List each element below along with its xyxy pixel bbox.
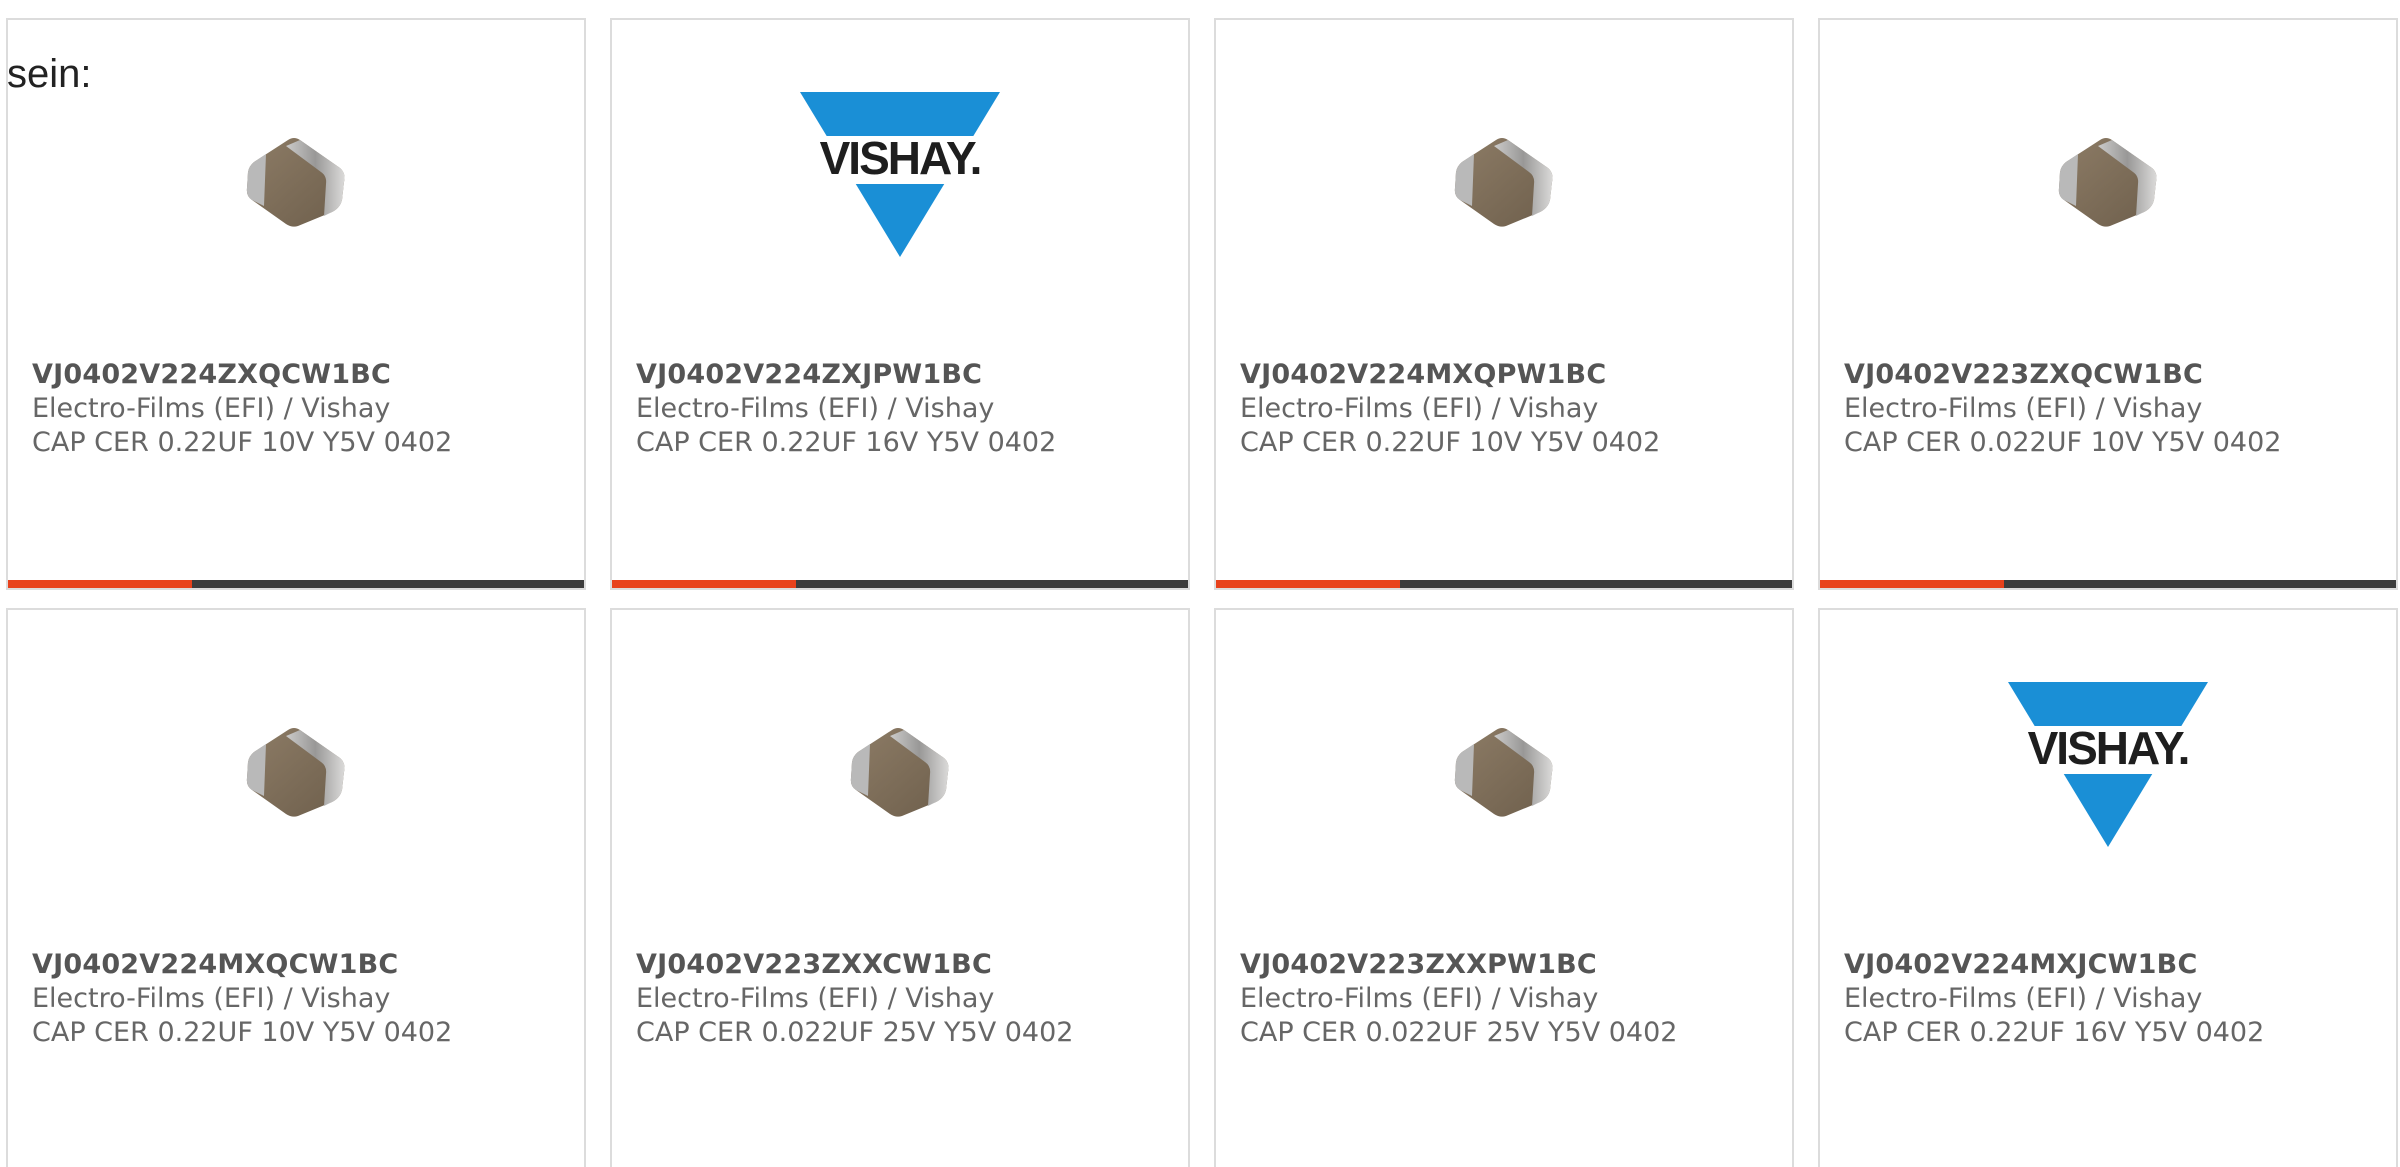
part-number[interactable]: VJ0402V224ZXQCW1BC: [32, 358, 452, 392]
product-card[interactable]: VISHAY. VJ0402V224MXJCW1BC Electro-Films…: [1818, 608, 2398, 1167]
progress-fill: [8, 580, 193, 588]
manufacturer: Electro-Films (EFI) / Vishay: [32, 983, 391, 1014]
capacitor-chip-icon: [246, 138, 345, 227]
capacitor-chip-icon: [2058, 138, 2157, 227]
product-image: [1820, 82, 2396, 272]
product-image: VISHAY.: [1820, 672, 2396, 862]
product-card[interactable]: VJ0402V223ZXQCW1BC Electro-Films (EFI) /…: [1818, 18, 2398, 590]
progress-bar: [1820, 580, 2396, 588]
intro-text: sein:: [7, 52, 92, 96]
progress-fill: [1216, 580, 1401, 588]
manufacturer: Electro-Films (EFI) / Vishay: [1240, 393, 1599, 424]
product-image: [8, 672, 584, 862]
part-number[interactable]: VJ0402V223ZXXPW1BC: [1240, 948, 1677, 982]
product-card[interactable]: VJ0402V223ZXXCW1BC Electro-Films (EFI) /…: [610, 608, 1190, 1167]
description: CAP CER 0.022UF 25V Y5V 0402: [1240, 1017, 1678, 1048]
capacitor-chip-icon: [850, 728, 949, 817]
vishay-logo: VISHAY.: [1998, 682, 2218, 847]
description: CAP CER 0.22UF 16V Y5V 0402: [636, 427, 1057, 458]
description: CAP CER 0.22UF 10V Y5V 0402: [32, 1017, 453, 1048]
product-card[interactable]: VJ0402V223ZXXPW1BC Electro-Films (EFI) /…: [1214, 608, 1794, 1167]
description: CAP CER 0.022UF 10V Y5V 0402: [1844, 427, 2282, 458]
manufacturer: Electro-Films (EFI) / Vishay: [1240, 983, 1599, 1014]
vishay-logo-text: VISHAY.: [820, 132, 981, 184]
manufacturer: Electro-Films (EFI) / Vishay: [1844, 393, 2203, 424]
product-grid: VJ0402V224ZXQCW1BC Electro-Films (EFI) /…: [6, 18, 2398, 1167]
progress-bar: [8, 580, 584, 588]
part-number[interactable]: VJ0402V224ZXJPW1BC: [636, 358, 1056, 392]
manufacturer: Electro-Films (EFI) / Vishay: [636, 393, 995, 424]
progress-bar: [1216, 580, 1792, 588]
part-number[interactable]: VJ0402V223ZXQCW1BC: [1844, 358, 2281, 392]
product-image: VISHAY.: [612, 82, 1188, 272]
manufacturer: Electro-Films (EFI) / Vishay: [1844, 983, 2203, 1014]
capacitor-chip-icon: [1454, 138, 1553, 227]
part-number[interactable]: VJ0402V224MXQPW1BC: [1240, 358, 1660, 392]
product-card[interactable]: VJ0402V224MXQCW1BC Electro-Films (EFI) /…: [6, 608, 586, 1167]
description: CAP CER 0.22UF 16V Y5V 0402: [1844, 1017, 2265, 1048]
description: CAP CER 0.22UF 10V Y5V 0402: [32, 427, 453, 458]
product-image: [1216, 82, 1792, 272]
manufacturer: Electro-Films (EFI) / Vishay: [636, 983, 995, 1014]
progress-fill: [612, 580, 797, 588]
capacitor-chip-icon: [246, 728, 345, 817]
description: CAP CER 0.22UF 10V Y5V 0402: [1240, 427, 1661, 458]
product-card[interactable]: VISHAY. VJ0402V224ZXJPW1BC Electro-Films…: [610, 18, 1190, 590]
progress-bar: [612, 580, 1188, 588]
description: CAP CER 0.022UF 25V Y5V 0402: [636, 1017, 1074, 1048]
product-card[interactable]: VJ0402V224MXQPW1BC Electro-Films (EFI) /…: [1214, 18, 1794, 590]
capacitor-chip-icon: [1454, 728, 1553, 817]
product-image: [612, 672, 1188, 862]
product-image: [1216, 672, 1792, 862]
product-card[interactable]: VJ0402V224ZXQCW1BC Electro-Films (EFI) /…: [6, 18, 586, 590]
part-number[interactable]: VJ0402V224MXJCW1BC: [1844, 948, 2264, 982]
vishay-logo-text: VISHAY.: [2028, 722, 2189, 774]
product-image: [8, 82, 584, 272]
progress-fill: [1820, 580, 2005, 588]
manufacturer: Electro-Films (EFI) / Vishay: [32, 393, 391, 424]
part-number[interactable]: VJ0402V223ZXXCW1BC: [636, 948, 1073, 982]
part-number[interactable]: VJ0402V224MXQCW1BC: [32, 948, 452, 982]
vishay-logo: VISHAY.: [790, 92, 1010, 257]
